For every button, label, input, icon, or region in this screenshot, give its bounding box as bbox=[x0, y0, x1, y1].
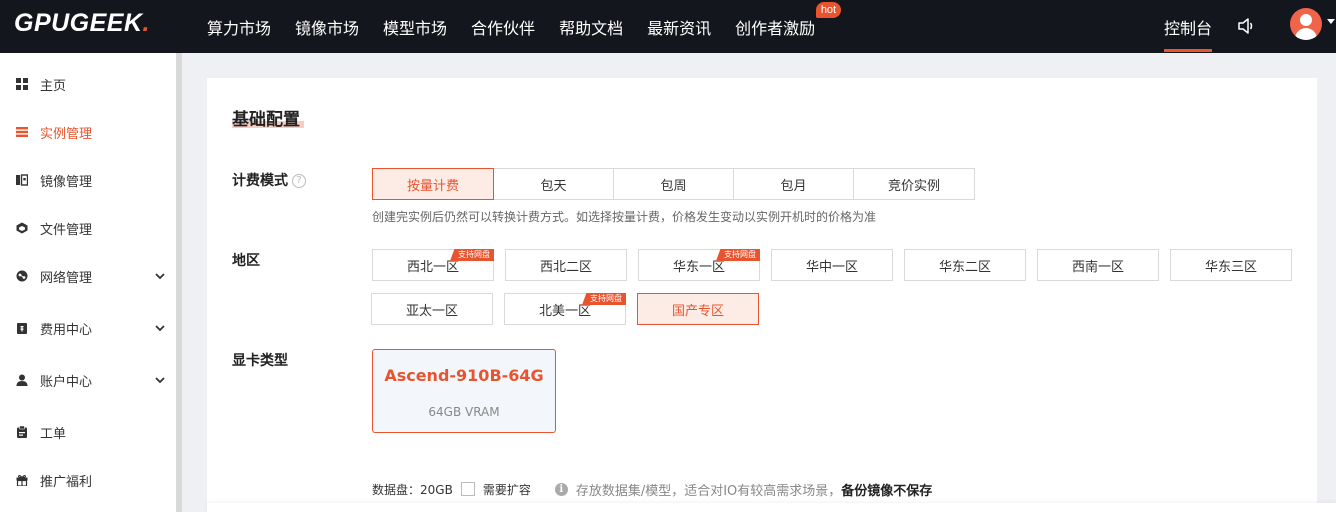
nav-news[interactable]: 最新资讯 bbox=[647, 15, 711, 39]
billing-option-pay-as-you-go[interactable]: 按量计费 bbox=[372, 168, 494, 200]
billing-label-text: 计费模式 bbox=[232, 173, 288, 189]
sidebar-scrollbar[interactable] bbox=[176, 53, 182, 512]
wallet-icon bbox=[17, 323, 27, 334]
nav-model-market[interactable]: 模型市场 bbox=[383, 15, 447, 39]
sidebar-item-instances[interactable]: 实例管理 bbox=[0, 112, 176, 152]
chevron-down-icon bbox=[155, 325, 165, 332]
data-disk-label: 数据盘：20GB bbox=[372, 482, 453, 497]
billing-option-daily[interactable]: 包天 bbox=[493, 168, 614, 200]
region-option-east-1[interactable]: 华东一区 支持网盘 bbox=[638, 249, 760, 281]
box-icon bbox=[16, 222, 28, 234]
billing-option-spot[interactable]: 竞价实例 bbox=[853, 168, 975, 200]
console-active-indicator bbox=[1164, 49, 1212, 52]
sidebar-item-network[interactable]: 网络管理 bbox=[0, 256, 176, 296]
info-icon: i bbox=[554, 482, 568, 496]
sidebar-item-promotion[interactable]: 推广福利 bbox=[0, 460, 176, 500]
caret-down-icon[interactable] bbox=[1327, 19, 1335, 24]
nav-compute-market[interactable]: 算力市场 bbox=[207, 15, 271, 39]
gpu-option-card[interactable]: Ascend-910B-64G 64GB VRAM bbox=[372, 349, 556, 433]
region-option-east-3[interactable]: 华东三区 bbox=[1170, 249, 1292, 281]
section-title: 基础配置 bbox=[232, 110, 300, 130]
network-icon bbox=[16, 270, 28, 282]
help-icon[interactable]: ? bbox=[292, 174, 306, 188]
main-nav: 算力市场 镜像市场 模型市场 合作伙伴 帮助文档 最新资讯 创作者激励 hot bbox=[207, 0, 842, 53]
data-disk-info: 存放数据集/模型，适合对IO有较高需求场景， bbox=[575, 483, 842, 499]
chevron-down-icon bbox=[155, 377, 165, 384]
nav-console[interactable]: 控制台 bbox=[1164, 0, 1212, 53]
netdisk-tag: 支持网盘 bbox=[582, 293, 626, 305]
sidebar-item-label: 网络管理 bbox=[40, 270, 93, 286]
chevron-down-icon bbox=[155, 273, 165, 280]
sidebar-item-account[interactable]: 账户中心 bbox=[0, 360, 176, 400]
region-option-northwest-2[interactable]: 西北二区 bbox=[505, 249, 627, 281]
billing-option-weekly[interactable]: 包周 bbox=[613, 168, 734, 200]
data-disk-warning: 备份镜像不保存 bbox=[841, 483, 933, 499]
user-icon bbox=[16, 374, 28, 386]
sidebar-item-label: 账户中心 bbox=[40, 374, 93, 390]
clipboard-icon bbox=[17, 426, 27, 438]
region-option-northwest-1[interactable]: 西北一区 支持网盘 bbox=[372, 249, 494, 281]
region-option-east-2[interactable]: 华东二区 bbox=[904, 249, 1026, 281]
nav-partners[interactable]: 合作伙伴 bbox=[471, 15, 535, 39]
sidebar-item-label: 主页 bbox=[40, 78, 67, 94]
sidebar-item-home[interactable]: 主页 bbox=[0, 64, 176, 104]
nav-image-market[interactable]: 镜像市场 bbox=[295, 15, 359, 39]
gift-icon bbox=[16, 474, 28, 486]
netdisk-tag: 支持网盘 bbox=[716, 249, 760, 261]
avatar[interactable] bbox=[1290, 8, 1322, 40]
hot-badge: hot bbox=[815, 1, 842, 18]
sidebar-item-label: 实例管理 bbox=[40, 126, 93, 142]
avatar-head bbox=[1300, 14, 1312, 26]
region-option-na-1[interactable]: 北美一区 支持网盘 bbox=[504, 293, 626, 325]
nav-creator-incentive[interactable]: 创作者激励 hot bbox=[735, 1, 842, 39]
list-icon bbox=[16, 127, 28, 137]
gpu-vram: 64GB VRAM bbox=[428, 405, 500, 419]
region-option-southwest-1[interactable]: 西南一区 bbox=[1037, 249, 1159, 281]
region-option-central-1[interactable]: 华中一区 bbox=[771, 249, 893, 281]
sidebar-item-label: 镜像管理 bbox=[40, 174, 93, 190]
sidebar-item-files[interactable]: 文件管理 bbox=[0, 208, 176, 248]
netdisk-tag: 支持网盘 bbox=[450, 249, 494, 261]
region-option-domestic[interactable]: 国产专区 bbox=[637, 293, 759, 325]
region-label: 地区 bbox=[232, 253, 260, 269]
image-icon bbox=[16, 174, 28, 186]
sidebar-item-label: 文件管理 bbox=[40, 222, 93, 238]
sidebar-item-label: 费用中心 bbox=[40, 322, 93, 338]
avatar-body bbox=[1295, 28, 1317, 40]
sidebar-item-tickets[interactable]: 工单 bbox=[0, 412, 176, 452]
data-disk-row: 数据盘：20GB 需要扩容 i 存放数据集/模型，适合对IO有较高需求场景， 备… bbox=[372, 480, 933, 499]
expand-label: 需要扩容 bbox=[482, 482, 531, 497]
nav-help-docs[interactable]: 帮助文档 bbox=[559, 15, 623, 39]
region-option-apac-1[interactable]: 亚太一区 bbox=[371, 293, 493, 325]
speaker-icon[interactable] bbox=[1236, 16, 1256, 36]
sidebar-item-images[interactable]: 镜像管理 bbox=[0, 160, 176, 200]
bottom-panel-edge bbox=[207, 503, 1336, 512]
nav-creator-label: 创作者激励 bbox=[735, 18, 816, 38]
gpu-type-label: 显卡类型 bbox=[232, 353, 288, 369]
logo[interactable]: GPUGEEK. bbox=[14, 9, 150, 38]
grid-icon bbox=[16, 78, 28, 90]
billing-label: 计费模式? bbox=[232, 170, 306, 190]
sidebar-item-label: 工单 bbox=[40, 426, 67, 442]
expand-checkbox[interactable] bbox=[460, 482, 475, 496]
billing-option-monthly[interactable]: 包月 bbox=[733, 168, 854, 200]
sidebar-item-billing[interactable]: 费用中心 bbox=[0, 308, 176, 348]
billing-hint: 创建完实例后仍然可以转换计费方式。如选择按量计费，价格发生变动以实例开机时的价格… bbox=[372, 210, 877, 224]
sidebar-item-label: 推广福利 bbox=[40, 474, 93, 490]
gpu-name: Ascend-910B-64G bbox=[384, 366, 544, 385]
